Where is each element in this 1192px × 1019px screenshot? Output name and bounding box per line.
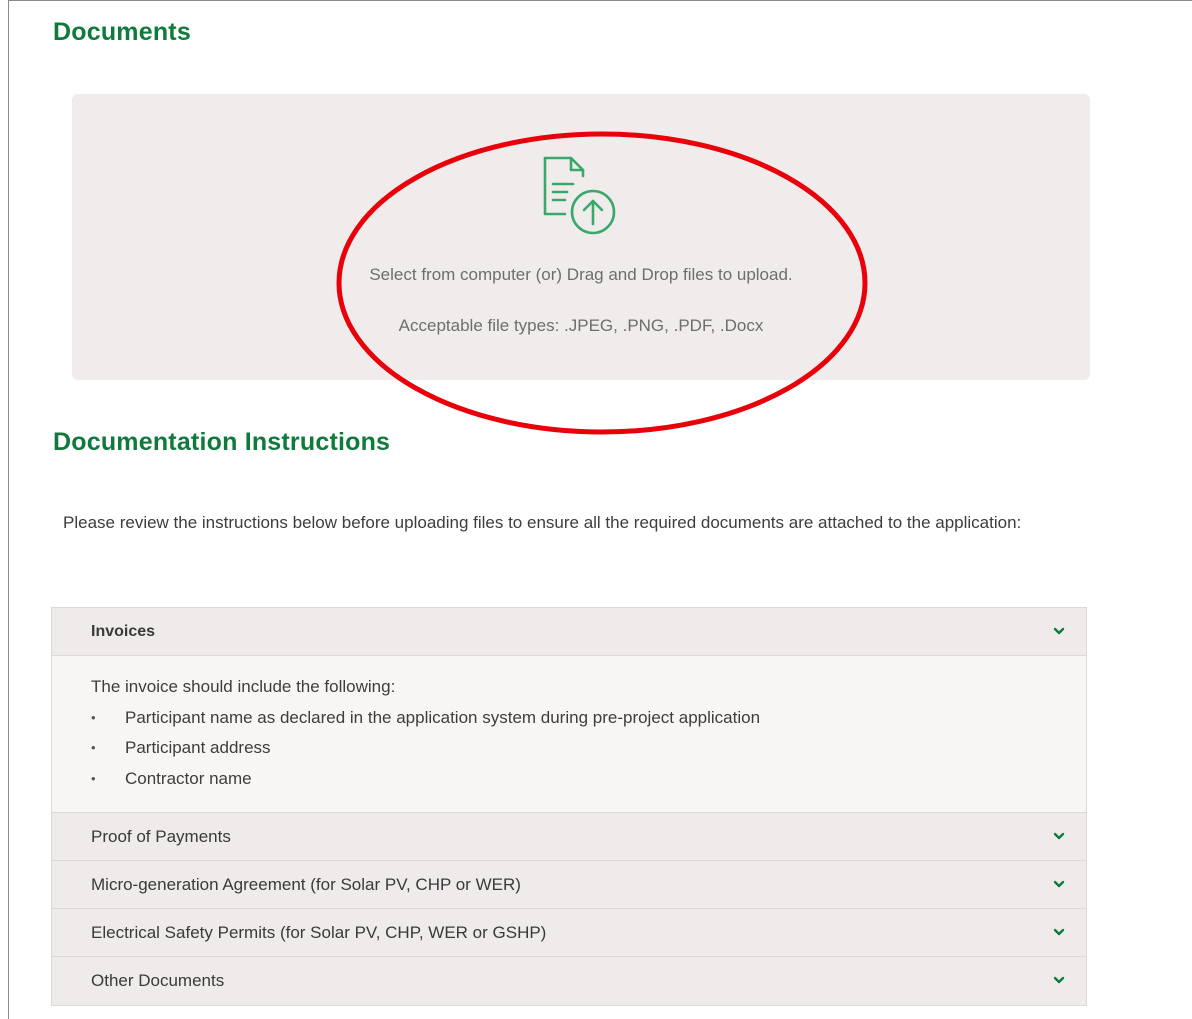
accordion-header-electrical-safety-permits[interactable]: Electrical Safety Permits (for Solar PV,… bbox=[52, 909, 1086, 957]
chevron-down-icon bbox=[1053, 627, 1065, 635]
instructions-intro-text: Please review the instructions below bef… bbox=[63, 513, 1022, 532]
accordion-header-invoices[interactable]: Invoices bbox=[52, 608, 1086, 656]
accordion-item-invoices: Invoices The invoice should include the … bbox=[52, 608, 1086, 813]
documentation-instructions-heading: Documentation Instructions bbox=[53, 428, 391, 456]
accordion-label: Proof of Payments bbox=[91, 827, 231, 846]
accordion-item-other-documents: Other Documents bbox=[52, 957, 1086, 1005]
accordion-item-proof-of-payments: Proof of Payments bbox=[52, 813, 1086, 861]
accordion-label: Invoices bbox=[91, 623, 156, 640]
chevron-down-icon bbox=[1053, 976, 1065, 984]
accordion-header-other-documents[interactable]: Other Documents bbox=[52, 957, 1086, 1005]
list-item: Participant name as declared in the appl… bbox=[91, 703, 1047, 734]
list-item: Contractor name bbox=[91, 764, 1047, 795]
accordion-item-micro-generation-agreement: Micro-generation Agreement (for Solar PV… bbox=[52, 861, 1086, 909]
list-item: Participant address bbox=[91, 733, 1047, 764]
accordion-label: Electrical Safety Permits (for Solar PV,… bbox=[91, 923, 547, 942]
document-instructions-accordion: Invoices The invoice should include the … bbox=[51, 607, 1087, 1006]
accordion-label: Micro-generation Agreement (for Solar PV… bbox=[91, 875, 521, 894]
file-upload-icon bbox=[543, 156, 616, 235]
accordion-header-micro-generation-agreement[interactable]: Micro-generation Agreement (for Solar PV… bbox=[52, 861, 1086, 909]
accordion-item-electrical-safety-permits: Electrical Safety Permits (for Solar PV,… bbox=[52, 909, 1086, 957]
chevron-down-icon bbox=[1053, 928, 1065, 936]
accordion-body-invoices: The invoice should include the following… bbox=[52, 656, 1086, 813]
accordion-header-proof-of-payments[interactable]: Proof of Payments bbox=[52, 813, 1086, 861]
accepted-file-types-text: Acceptable file types: .JPEG, .PNG, .PDF… bbox=[398, 316, 764, 335]
invoice-requirements-lead: The invoice should include the following… bbox=[91, 677, 396, 696]
documents-heading: Documents bbox=[53, 18, 191, 46]
invoice-requirements-list: Participant name as declared in the appl… bbox=[91, 703, 1047, 795]
accordion-label: Other Documents bbox=[91, 971, 225, 990]
chevron-down-icon bbox=[1053, 880, 1065, 888]
chevron-down-icon bbox=[1053, 832, 1065, 840]
upload-instruction-text: Select from computer (or) Drag and Drop … bbox=[369, 265, 793, 284]
